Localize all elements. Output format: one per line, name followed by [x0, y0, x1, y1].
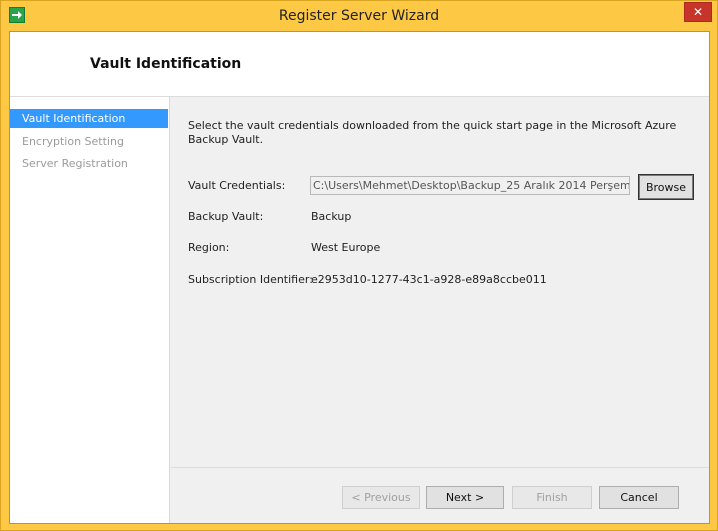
backup-vault-value: Backup — [311, 210, 352, 223]
subscription-identifier-value: e2953d10-1277-43c1-a928-e89a8ccbe011 — [311, 273, 547, 286]
browse-button[interactable]: Browse — [638, 174, 694, 200]
close-icon: ✕ — [692, 5, 704, 19]
subscription-identifier-label: Subscription Identifier: — [188, 273, 313, 286]
instructions-text: Select the vault credentials downloaded … — [188, 119, 677, 146]
wizard-client-area: Vault Identification Vault Identificatio… — [9, 31, 710, 524]
sidebar-item-vault-identification[interactable]: Vault Identification — [10, 109, 168, 128]
cancel-button[interactable]: Cancel — [599, 486, 679, 509]
footer-divider — [171, 467, 709, 468]
close-button[interactable]: ✕ — [684, 2, 712, 22]
previous-button[interactable]: < Previous — [342, 486, 420, 509]
previous-button-label: < Previous — [351, 491, 411, 504]
region-label: Region: — [188, 241, 230, 254]
browse-button-label: Browse — [645, 180, 687, 194]
wizard-main-panel: Select the vault credentials downloaded … — [171, 97, 709, 523]
wizard-steps-sidebar: Vault Identification Encryption Setting … — [10, 97, 170, 523]
sidebar-item-encryption-setting[interactable]: Encryption Setting — [10, 132, 168, 151]
next-button-label: Next > — [445, 491, 485, 504]
region-value: West Europe — [311, 241, 381, 254]
cancel-button-label: Cancel — [620, 491, 658, 504]
finish-button-label: Finish — [536, 491, 568, 504]
page-title: Vault Identification — [90, 56, 242, 72]
next-button[interactable]: Next > — [426, 486, 504, 509]
wizard-window: Register Server Wizard ✕ Vault Identific… — [0, 0, 718, 531]
window-title: Register Server Wizard — [278, 8, 440, 24]
backup-vault-label: Backup Vault: — [188, 210, 264, 223]
title-bar[interactable]: Register Server Wizard ✕ — [1, 1, 717, 30]
finish-button[interactable]: Finish — [512, 486, 592, 509]
wizard-header: Vault Identification — [10, 32, 709, 96]
vault-credentials-field[interactable]: C:\Users\Mehmet\Desktop\Backup_25 Aralık… — [310, 176, 630, 195]
vault-credentials-label: Vault Credentials: — [188, 179, 286, 192]
sidebar-item-server-registration[interactable]: Server Registration — [10, 154, 168, 173]
